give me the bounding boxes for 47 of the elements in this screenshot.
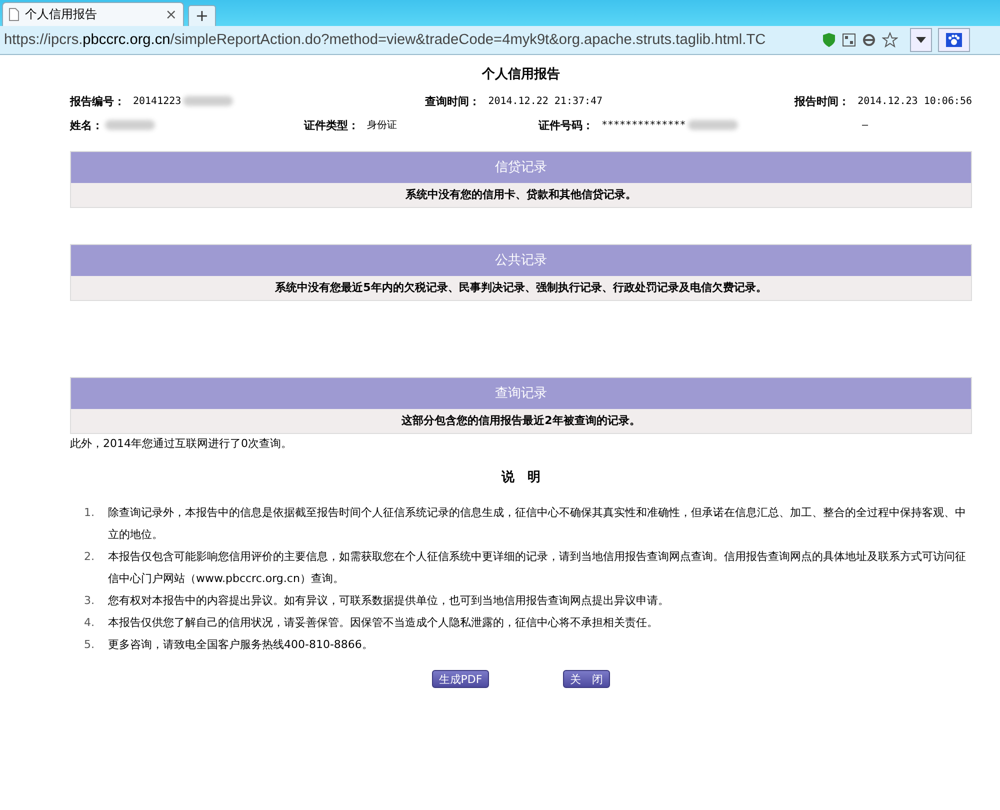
page-icon xyxy=(9,8,19,21)
field-value: 2014.12.22 21:37:47 xyxy=(488,96,603,106)
section-header: 信贷记录 xyxy=(71,152,971,183)
paw-icon[interactable] xyxy=(938,28,970,52)
list-number: 1. xyxy=(84,505,96,521)
list-number: 3. xyxy=(84,593,96,609)
list-number: 5. xyxy=(84,637,96,653)
field-value: 2014.12.23 10:06:56 xyxy=(858,96,972,106)
report-title: 个人信用报告 xyxy=(481,66,561,84)
field-label: 报告时间： xyxy=(794,94,850,108)
redaction-blur xyxy=(183,96,234,106)
field-label: 报告编号： xyxy=(70,94,125,108)
field-value: — xyxy=(862,120,868,130)
section-header: 公共记录 xyxy=(71,245,971,276)
field-label: 证件类型： xyxy=(304,118,360,132)
note-text: 除查询记录外，本报告中的信息是依据截至报告时间个人征信系统记录的信息生成，征信中心不确保其真实性和准确性，但承诺在信息汇总、加工、整合的全过程中保持客观、中立的地位。 xyxy=(108,505,967,543)
redaction-blur xyxy=(688,120,738,130)
note-text: 更多咨询，请致电全国客户服务热线400-810-8866。 xyxy=(108,637,374,653)
tab-title: 个人信用报告 xyxy=(25,6,97,23)
section-body: 这部分包含您的信用报告最近2年被查询的记录。 xyxy=(71,409,971,433)
report-button[interactable]: 生成PDF xyxy=(432,670,490,688)
list-number: 2. xyxy=(84,549,96,565)
field-label: 姓名： xyxy=(70,118,103,132)
field-label: 查询时间： xyxy=(425,94,480,108)
redaction-blur xyxy=(105,120,155,130)
close-icon[interactable]: × xyxy=(165,6,177,22)
browser-tab[interactable]: 个人信用报告 × xyxy=(2,2,184,26)
section-body: 系统中没有您的信用卡、贷款和其他信贷记录。 xyxy=(71,183,971,207)
query-note: 此外，2014年您通过互联网进行了0次查询。 xyxy=(69,436,293,452)
section-header: 查询记录 xyxy=(71,378,971,409)
field-value: ************** xyxy=(601,120,686,130)
field-value: 20141223 xyxy=(133,96,182,106)
field-label: 证件号码： xyxy=(538,118,594,132)
notes-title: 说 明 xyxy=(500,469,542,486)
list-number: 4. xyxy=(84,615,96,631)
qr-code-icon[interactable] xyxy=(842,33,856,47)
field-value: 身份证 xyxy=(367,119,398,132)
note-text: 本报告仅包含可能影响您信用评价的主要信息，如需获取您在个人征信系统中更详细的记录，请到当地信用报告查询网点查询。信用报告查询网点的具体地址及联系方式可访问征信中心门户网站（www.pbccrc.org.cn）查询。 xyxy=(108,549,967,587)
shield-icon[interactable] xyxy=(822,32,836,48)
new-tab-button[interactable]: + xyxy=(188,5,216,26)
report-button[interactable]: 关 闭 xyxy=(563,670,610,688)
dropdown-button[interactable] xyxy=(910,28,932,52)
caret-icon xyxy=(916,37,926,43)
note-text: 您有权对本报告中的内容提出异议。如有异议，可联系数据提供单位，也可到当地信用报告查询网点提出异议申请。 xyxy=(108,593,670,609)
star-icon[interactable] xyxy=(882,32,898,48)
note-text: 本报告仅供您了解自己的信用状况，请妥善保管。因保管不当造成个人隐私泄露的，征信中心将不承担相关责任。 xyxy=(108,615,659,631)
section-body: 系统中没有您最近5年内的欠税记录、民事判决记录、强制执行记录、行政处罚记录及电信欠费记录。 xyxy=(71,276,971,300)
